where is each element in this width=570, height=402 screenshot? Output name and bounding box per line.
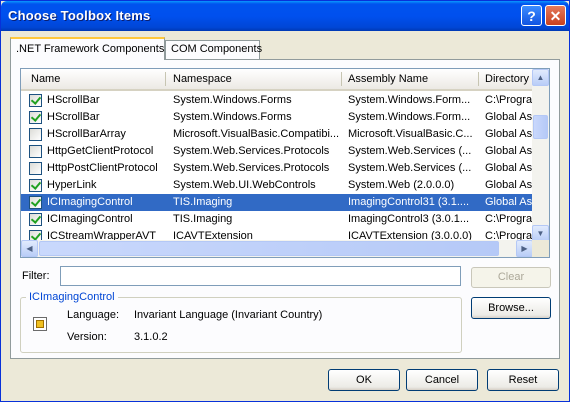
cell-assembly: System.Web.Services (... [348, 145, 472, 157]
cell-name: HyperLink [47, 179, 97, 191]
title-bar[interactable]: Choose Toolbox Items ? ✕ [1, 1, 569, 31]
row-checkbox[interactable] [29, 213, 42, 226]
details-title: ICImagingControl [26, 291, 118, 303]
row-checkbox[interactable] [29, 145, 42, 158]
clear-button[interactable]: Clear [471, 267, 551, 288]
tab-com-components[interactable]: COM Components [165, 40, 263, 59]
cell-directory: C:\Progra [485, 94, 533, 106]
cell-namespace: TIS.Imaging [173, 213, 233, 225]
cell-namespace: System.Windows.Forms [173, 111, 292, 123]
cell-assembly: System.Windows.Form... [348, 111, 471, 123]
cell-directory: Global Ass [485, 111, 533, 123]
table-row[interactable]: HttpPostClientProtocol System.Web.Service… [21, 160, 533, 177]
column-divider[interactable] [165, 72, 166, 86]
cell-directory: C:\Progra [485, 213, 533, 225]
cell-directory: Global Ass [485, 145, 533, 157]
table-row[interactable]: HScrollBarArray Microsoft.VisualBasic.Com… [21, 126, 533, 143]
scroll-up-arrow[interactable]: ▲ [532, 69, 549, 86]
cell-assembly: ImagingControl3 (3.0.1... [348, 213, 470, 225]
column-header-assembly-name[interactable]: Assembly Name [348, 73, 428, 85]
cell-name: HScrollBar [47, 94, 100, 106]
cell-namespace: System.Web.Services.Protocols [173, 145, 330, 157]
table-row[interactable]: HyperLink System.Web.UI.WebControls System… [21, 177, 533, 194]
reset-button[interactable]: Reset [487, 369, 559, 391]
filter-input[interactable] [60, 266, 461, 286]
cell-assembly: System.Web (2.0.0.0) [348, 179, 455, 191]
cell-namespace: System.Windows.Forms [173, 94, 292, 106]
table-row[interactable]: HScrollBar System.Windows.Forms System.Win… [21, 109, 533, 126]
vertical-scroll-thumb[interactable] [533, 115, 548, 139]
language-label: Language: [67, 309, 119, 321]
cell-assembly: System.Web.Services (... [348, 162, 472, 174]
row-checkbox[interactable] [29, 94, 42, 107]
browse-button[interactable]: Browse... [471, 297, 551, 319]
row-checkbox[interactable] [29, 162, 42, 175]
component-icon [33, 317, 47, 331]
cancel-button[interactable]: Cancel [406, 369, 478, 391]
dialog-window: Choose Toolbox Items ? ✕ .NET Framework … [0, 0, 570, 402]
table-row[interactable]: HttpGetClientProtocol System.Web.Services… [21, 143, 533, 160]
language-value: Invariant Language (Invariant Country) [134, 309, 323, 321]
horizontal-scrollbar[interactable]: ◀ ▶ [21, 240, 533, 257]
cell-directory: Global Ass [485, 179, 533, 191]
scroll-right-arrow[interactable]: ▶ [516, 240, 533, 257]
details-group [20, 297, 462, 353]
row-checkbox[interactable] [29, 111, 42, 124]
tab-label: COM Components [171, 43, 263, 55]
cell-assembly: ImagingControl31 (3.1.... [348, 196, 470, 208]
window-title: Choose Toolbox Items [8, 8, 151, 23]
row-checkbox[interactable] [29, 196, 42, 209]
cell-namespace: System.Web.UI.WebControls [173, 179, 316, 191]
cell-directory: Global Ass [485, 162, 533, 174]
cell-namespace: Microsoft.VisualBasic.Compatibi... [173, 128, 339, 140]
column-header-namespace[interactable]: Namespace [173, 73, 232, 85]
cell-namespace: TIS.Imaging [173, 196, 233, 208]
version-label: Version: [67, 331, 107, 343]
row-checkbox[interactable] [29, 128, 42, 141]
cell-name: HScrollBarArray [47, 128, 126, 140]
cell-name: ICImagingControl [47, 213, 133, 225]
table-row[interactable]: ICImagingControl TIS.Imaging ImagingContro… [21, 211, 533, 228]
table-row[interactable]: ICImagingControl TIS.Imaging ImagingContro… [21, 194, 533, 211]
column-header-directory[interactable]: Directory [485, 73, 529, 85]
version-value: 3.1.0.2 [134, 331, 168, 343]
scroll-left-arrow[interactable]: ◀ [21, 240, 38, 257]
row-checkbox[interactable] [29, 179, 42, 192]
column-header-row: Name Namespace Assembly Name Directory [21, 69, 533, 91]
ok-button[interactable]: OK [328, 369, 400, 391]
vertical-scrollbar[interactable]: ▲ ▼ [532, 69, 549, 242]
cell-namespace: System.Web.Services.Protocols [173, 162, 330, 174]
cell-name: HttpGetClientProtocol [47, 145, 154, 157]
cell-directory: Global Ass [485, 196, 533, 208]
scrollbar-corner [532, 240, 549, 257]
table-row[interactable]: HScrollBar System.Windows.Forms System.Win… [21, 92, 533, 109]
components-list[interactable]: Name Namespace Assembly Name Directory H… [20, 68, 550, 258]
horizontal-scroll-thumb[interactable] [39, 241, 499, 256]
cell-name: HScrollBar [47, 111, 100, 123]
column-divider[interactable] [478, 72, 479, 86]
filter-label: Filter: [22, 270, 50, 282]
cell-assembly: System.Windows.Form... [348, 94, 471, 106]
cell-name: ICImagingControl [47, 196, 133, 208]
cell-assembly: Microsoft.VisualBasic.C... [348, 128, 473, 140]
close-icon[interactable]: ✕ [545, 5, 566, 26]
help-icon[interactable]: ? [521, 5, 542, 26]
column-divider[interactable] [341, 72, 342, 86]
cell-name: HttpPostClientProtocol [47, 162, 158, 174]
column-header-name[interactable]: Name [31, 73, 60, 85]
tab-net-framework-components[interactable]: .NET Framework Components [10, 37, 165, 60]
cell-directory: Global Ass [485, 128, 533, 140]
tab-label: .NET Framework Components [16, 43, 165, 55]
